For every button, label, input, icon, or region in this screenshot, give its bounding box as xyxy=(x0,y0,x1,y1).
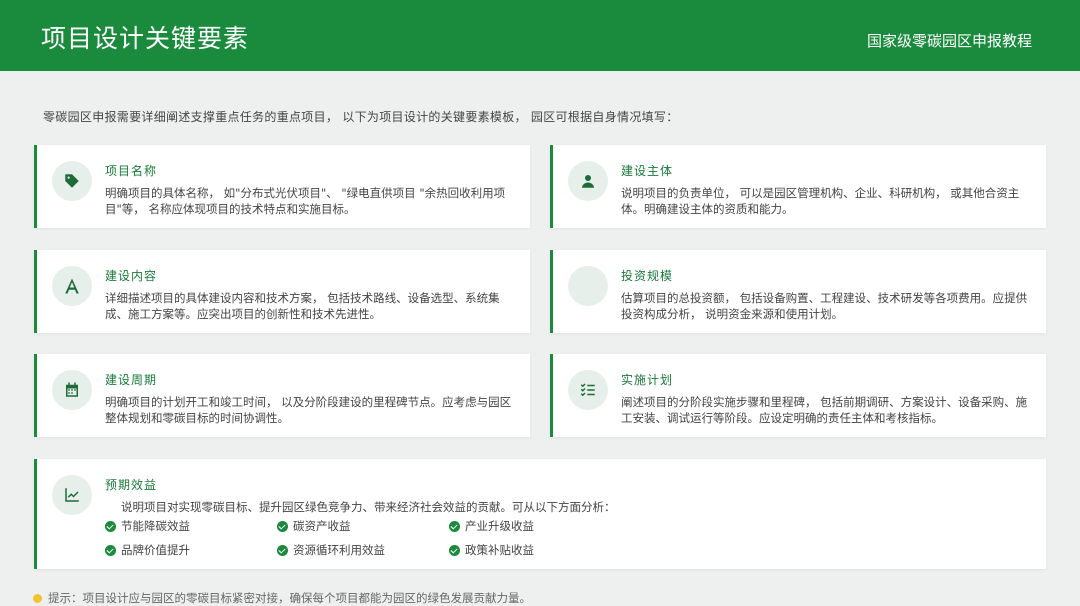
benefit-item: 节能降碳效益 xyxy=(105,518,190,534)
check-icon xyxy=(105,544,116,556)
card-period: 建设周期 明确项目的计划开工和竣工时间， 以及分阶段建设的里程碑节点。应考虑与园… xyxy=(34,354,530,437)
card-title: 建设内容 xyxy=(105,269,158,283)
card-title: 投资规模 xyxy=(621,269,674,283)
check-icon xyxy=(277,520,288,532)
benefit-item: 产业升级收益 xyxy=(449,518,534,534)
intro-text: 零碳园区申报需要详细阐述支撑重点任务的重点项目， 以下为项目设计的关键要素模板，… xyxy=(43,110,679,124)
card-investment: 投资规模 估算项目的总投资额， 包括设备购置、工程建设、技术研发等各项费用。应提… xyxy=(550,250,1046,333)
card-content: 建设内容 详细描述项目的具体建设内容和技术方案， 包括技术路线、设备选型、系统集… xyxy=(34,250,530,333)
benefit-item: 品牌价值提升 xyxy=(105,542,190,558)
card-desc: 详细描述项目的具体建设内容和技术方案， 包括技术路线、设备选型、系统集成、施工方… xyxy=(105,291,500,321)
card-desc: 说明项目对实现零碳目标、提升园区绿色竞争力、带来经济社会效益的贡献。可从以下方面… xyxy=(121,500,616,514)
money-icon xyxy=(568,266,608,306)
card-project-name: 项目名称 明确项目的具体名称， 如"分布式光伏项目"、 "绿电直供项目 "余热回… xyxy=(34,145,530,228)
user-icon xyxy=(568,161,608,201)
calendar-icon xyxy=(52,370,92,410)
drafting-icon xyxy=(52,266,92,306)
tip-text: 提示：项目设计应与园区的零碳目标紧密对接，确保每个项目都能为园区的绿色发展贡献力… xyxy=(33,590,531,606)
card-title: 建设周期 xyxy=(105,373,158,387)
check-icon xyxy=(277,544,288,556)
card-title: 建设主体 xyxy=(621,164,674,178)
benefit-item: 资源循环利用效益 xyxy=(277,542,385,558)
card-builder: 建设主体 说明项目的负责单位， 可以是园区管理机构、企业、科研机构， 或其他合资… xyxy=(550,145,1046,228)
chart-line-icon xyxy=(52,475,92,515)
card-title: 预期效益 xyxy=(105,478,158,492)
checklist-icon xyxy=(568,370,608,410)
card-plan: 实施计划 阐述项目的分阶段实施步骤和里程碑， 包括前期调研、方案设计、设备采购、… xyxy=(550,354,1046,437)
check-icon xyxy=(449,544,460,556)
card-title: 实施计划 xyxy=(621,373,674,387)
tag-icon xyxy=(52,161,92,201)
card-desc: 说明项目的负责单位， 可以是园区管理机构、企业、科研机构， 或其他合资主体。明确… xyxy=(621,186,1020,216)
card-desc: 估算项目的总投资额， 包括设备购置、工程建设、技术研发等各项费用。应提供投资构成… xyxy=(621,291,1028,321)
header-subtitle: 国家级零碳园区申报教程 xyxy=(866,32,1032,50)
benefit-item: 政策补贴收益 xyxy=(449,542,534,558)
check-icon xyxy=(105,520,116,532)
benefit-item: 碳资产收益 xyxy=(277,518,351,534)
card-title: 项目名称 xyxy=(105,164,158,178)
card-benefits: 预期效益 说明项目对实现零碳目标、提升园区绿色竞争力、带来经济社会效益的贡献。可… xyxy=(34,459,1046,569)
page-title: 项目设计关键要素 xyxy=(41,24,250,53)
card-desc: 阐述项目的分阶段实施步骤和里程碑， 包括前期调研、方案设计、设备采购、施工安装、… xyxy=(621,395,1028,425)
check-icon xyxy=(449,520,460,532)
header-bar: 项目设计关键要素 国家级零碳园区申报教程 xyxy=(0,0,1080,71)
card-desc: 明确项目的计划开工和竣工时间， 以及分阶段建设的里程碑节点。应考虑与园区整体规划… xyxy=(105,395,512,425)
card-desc: 明确项目的具体名称， 如"分布式光伏项目"、 "绿电直供项目 "余热回收利用项目… xyxy=(105,186,506,216)
